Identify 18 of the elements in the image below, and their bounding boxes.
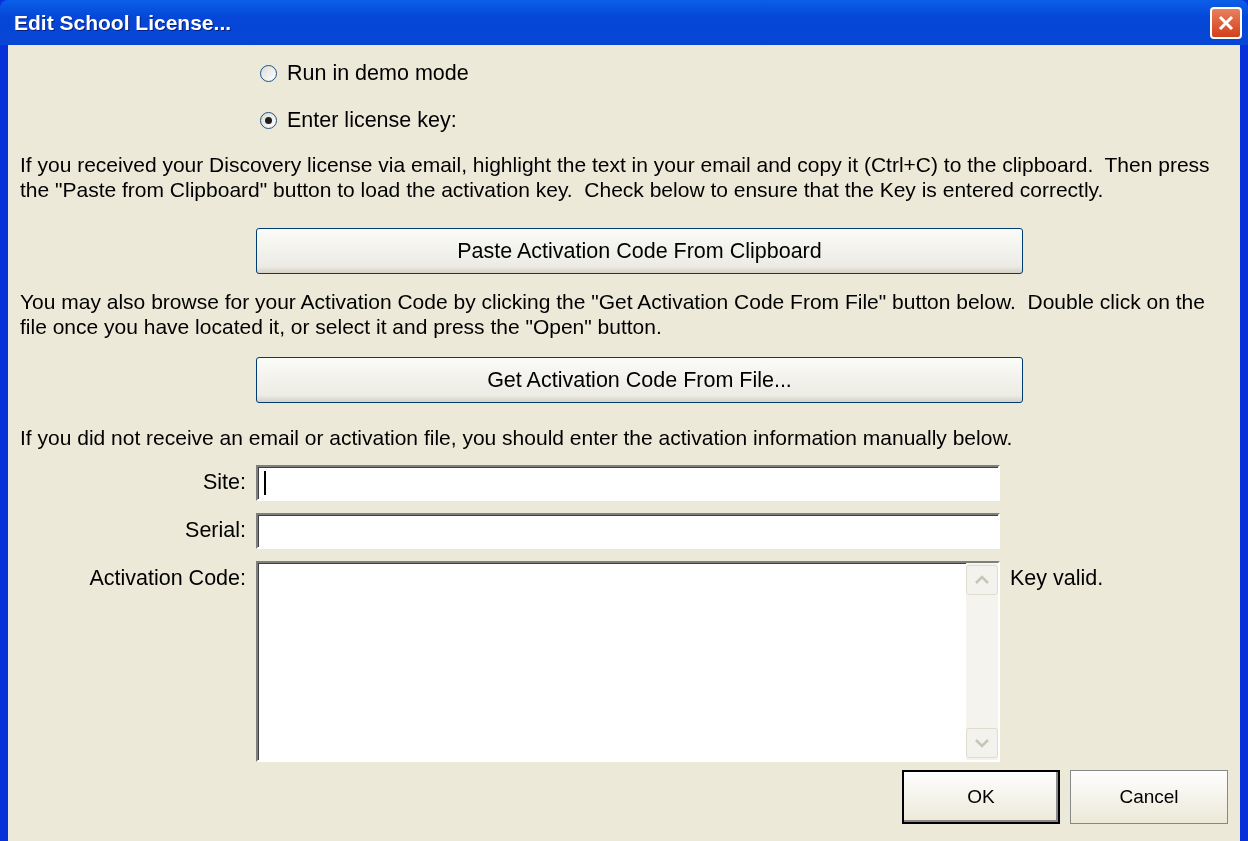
field-label: Site: bbox=[202, 469, 246, 495]
dialog-button[interactable]: Cancel bbox=[1070, 770, 1228, 824]
text-field[interactable] bbox=[256, 513, 1000, 549]
radio-option[interactable]: Run in demo mode bbox=[260, 61, 469, 86]
close-button[interactable] bbox=[1210, 6, 1242, 39]
key-status: Key valid. bbox=[1010, 565, 1105, 592]
instruction-text: If you received your Discovery license via email, highlight the text in your email and copy it (Ctrl+C) to the clipboard. Then press the "Paste from Clipboard" button to load the activation key. Check below to ensure that the Key is entered correctly. bbox=[20, 152, 1211, 202]
instruction-text: You may also browse for your Activation Code by clicking the "Get Activation Code From File" button below. Double click on the file once you have located it, or select it and press the "Open" button. bbox=[20, 289, 1206, 339]
paste-button[interactable]: Paste Activation Code From Clipboard bbox=[256, 228, 1023, 274]
file-button[interactable]: Get Activation Code From File... bbox=[256, 357, 1023, 403]
instruction-text: If you did not receive an email or activation file, you should enter the activation information manually below. bbox=[20, 425, 1014, 450]
text-field[interactable] bbox=[256, 465, 1000, 501]
field-label: Serial: bbox=[185, 517, 246, 543]
radio-option[interactable]: Enter license key: bbox=[260, 108, 457, 133]
field-label: Activation Code: bbox=[89, 565, 246, 591]
window-title: Edit School License... bbox=[14, 10, 232, 35]
dialog-button[interactable]: OK bbox=[902, 770, 1060, 824]
close-icon bbox=[1217, 13, 1235, 32]
